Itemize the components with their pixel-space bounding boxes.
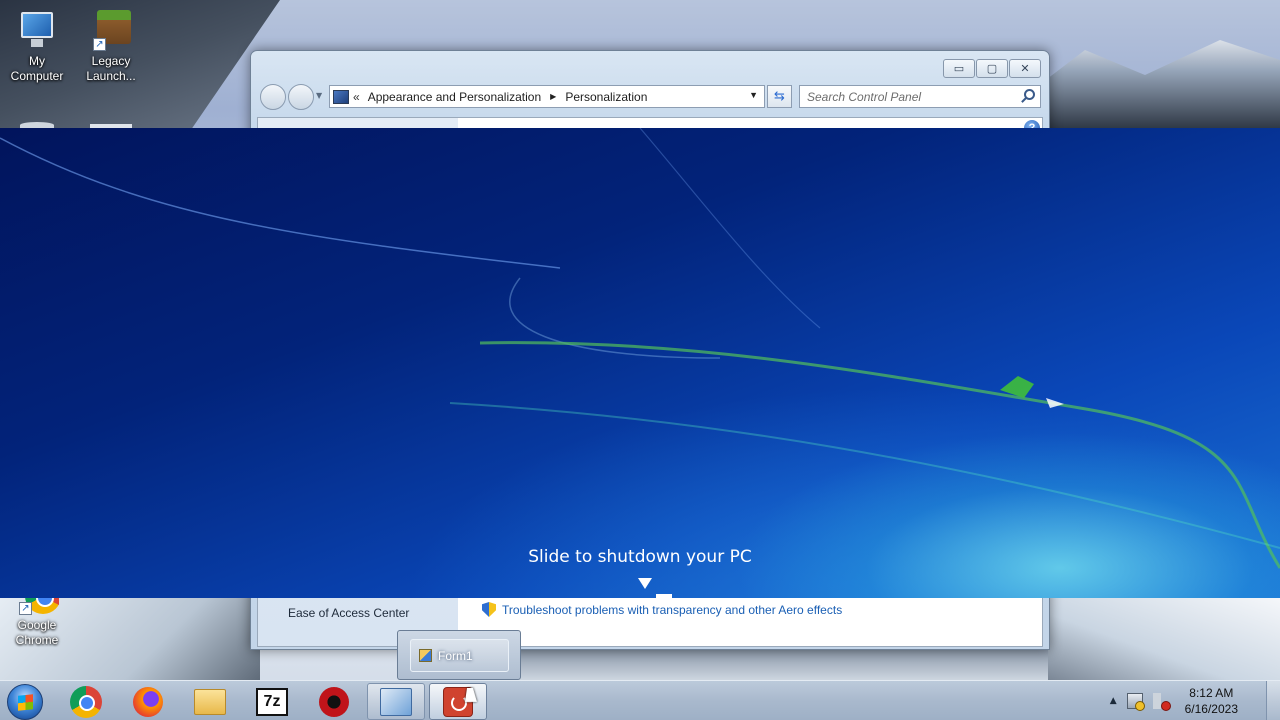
taskbar-app-gear[interactable]: [305, 683, 363, 720]
window-controls: ▭ ▢ ✕: [943, 59, 1041, 78]
volume-muted-icon[interactable]: [1152, 693, 1171, 711]
minimize-button[interactable]: ▭: [943, 59, 975, 78]
troubleshoot-link-label: Troubleshoot problems with transparency …: [502, 602, 843, 617]
recent-pages-chevron-icon[interactable]: ▼: [316, 91, 322, 100]
shutdown-prompt-text: Slide to shutdown your PC: [528, 547, 752, 567]
taskbar: 7z ▲ 8:12 AM 6/16/2023: [0, 680, 1280, 720]
network-warning-icon[interactable]: [1126, 693, 1145, 711]
taskbar-app-control-panel[interactable]: [367, 683, 425, 720]
taskbar-app-firefox[interactable]: [119, 683, 177, 720]
taskbar-app-7zip[interactable]: 7z: [243, 683, 301, 720]
control-panel-icon: [333, 89, 349, 104]
clock[interactable]: 8:12 AM 6/16/2023: [1185, 685, 1238, 717]
firefox-icon: [133, 686, 163, 717]
show-desktop-button[interactable]: [1266, 681, 1280, 720]
thumbnail-item-form1[interactable]: Form1: [410, 639, 509, 672]
desktop-icon-google-chrome[interactable]: ↗ Google Chrome: [2, 590, 72, 648]
control-panel-icon: [380, 687, 412, 716]
clock-time: 8:12 AM: [1189, 686, 1234, 700]
breadcrumb-personalization[interactable]: Personalization: [565, 90, 647, 104]
system-tray: ▲ 8:12 AM 6/16/2023: [1110, 681, 1238, 720]
back-button[interactable]: [260, 84, 286, 110]
address-bar[interactable]: « Appearance and Personalization ▶ Perso…: [329, 85, 765, 108]
clock-date: 6/16/2023: [1184, 702, 1238, 716]
taskbar-app-chrome[interactable]: [57, 683, 115, 720]
chrome-icon: [70, 685, 102, 718]
navigation-row: ▼ « Appearance and Personalization ▶ Per…: [259, 84, 1043, 110]
start-button[interactable]: [7, 684, 43, 720]
computer-icon: [15, 8, 59, 52]
search-icon[interactable]: [1024, 89, 1035, 100]
breadcrumb-separator-icon[interactable]: ▶: [550, 92, 556, 101]
desktop-icon-label: Google Chrome: [15, 618, 59, 647]
show-hidden-icons-button[interactable]: ▲: [1110, 696, 1117, 706]
troubleshoot-aero-link[interactable]: Troubleshoot problems with transparency …: [482, 602, 842, 617]
slide-to-shutdown-overlay[interactable]: Slide to shutdown your PC: [0, 128, 1280, 598]
wallpaper-ice-mid: [520, 648, 1048, 680]
windows-logo-icon: [18, 694, 33, 711]
shortcut-arrow-icon: ↗: [93, 38, 106, 51]
shortcut-arrow-icon: ↗: [19, 602, 32, 615]
taskbar-app-explorer[interactable]: [181, 683, 239, 720]
desktop-icon-label: My Computer: [10, 54, 64, 83]
forward-button[interactable]: [288, 84, 314, 110]
desktop-icon-label: Legacy Launch...: [86, 54, 136, 83]
search-input[interactable]: Search Control Panel: [799, 85, 1041, 108]
wallpaper-ice-right: [1048, 598, 1280, 680]
minecraft-launcher-icon: ↗: [89, 8, 133, 52]
desktop-icon-legacy-launcher[interactable]: ↗ Legacy Launch...: [76, 8, 146, 84]
form-window-icon: [419, 649, 432, 662]
slide-handle[interactable]: [656, 594, 672, 598]
breadcrumb-overflow[interactable]: «: [353, 90, 360, 104]
search-placeholder: Search Control Panel: [807, 90, 922, 104]
maximize-button[interactable]: ▢: [976, 59, 1008, 78]
folder-icon: [194, 688, 226, 715]
address-dropdown-icon[interactable]: ▼: [749, 90, 758, 100]
close-button[interactable]: ✕: [1009, 59, 1041, 78]
slide-down-arrow-icon: [638, 578, 652, 589]
shield-icon: [482, 602, 496, 617]
taskbar-thumbnail-popup: Form1: [397, 630, 521, 680]
ease-of-access-link[interactable]: Ease of Access Center: [288, 606, 409, 620]
red-gear-icon: [319, 686, 349, 717]
refresh-button[interactable]: ⇆: [767, 85, 792, 108]
overlay-swoosh-art: [0, 128, 1280, 569]
7zip-icon: 7z: [256, 687, 288, 716]
breadcrumb-appearance[interactable]: Appearance and Personalization: [368, 90, 541, 104]
mouse-cursor-icon: [465, 688, 479, 702]
thumbnail-label: Form1: [438, 648, 473, 663]
desktop-icon-my-computer[interactable]: My Computer: [2, 8, 72, 84]
